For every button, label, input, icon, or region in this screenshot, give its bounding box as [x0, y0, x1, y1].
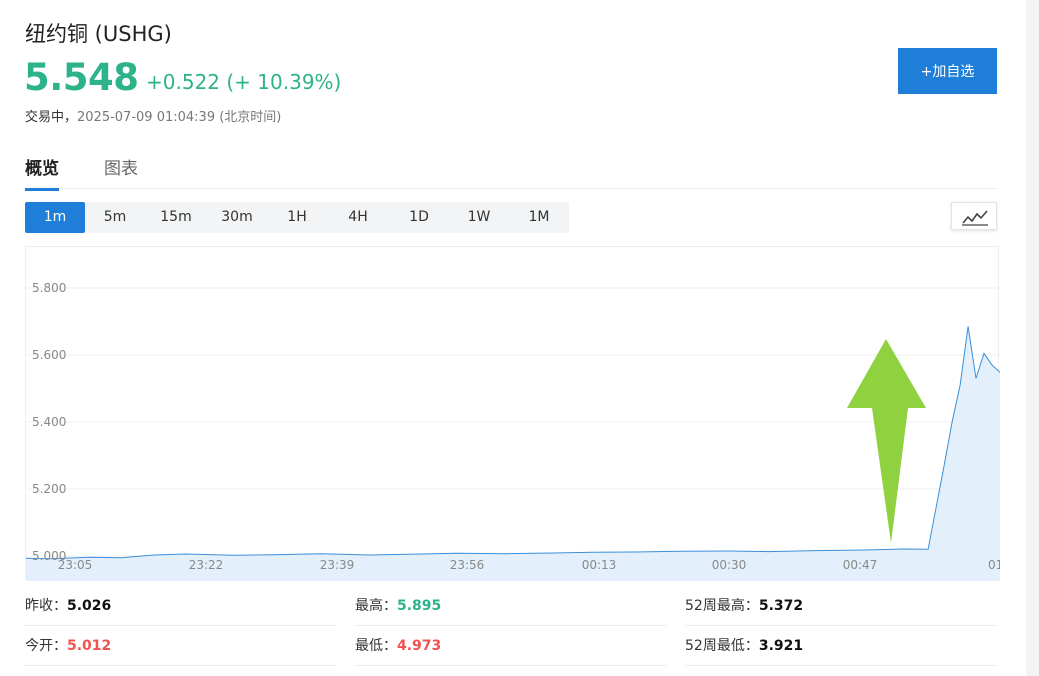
instrument-title: 纽约铜 (USHG)	[25, 22, 172, 46]
x-tick-label: 23:22	[189, 558, 224, 572]
interval-1m-month[interactable]: 1M	[509, 202, 569, 233]
price-change: +0.522 (+ 10.39%)	[146, 70, 342, 94]
status-label: 交易中，	[25, 110, 78, 125]
x-tick-label: 00:30	[712, 558, 747, 572]
interval-1w[interactable]: 1W	[449, 202, 509, 233]
x-tick-label: 00:47	[843, 558, 878, 572]
tab-overview[interactable]: 概览	[25, 154, 59, 191]
interval-1m[interactable]: 1m	[25, 202, 85, 233]
interval-selector: 1m 5m 15m 30m 1H 4H 1D 1W 1M	[25, 202, 569, 233]
stat-value: 3.921	[758, 638, 804, 654]
x-tick-label: 00:13	[582, 558, 617, 572]
tab-bar: 概览 图表	[25, 150, 997, 191]
price-line	[26, 326, 1000, 560]
trading-status: 交易中，2025-07-09 01:04:39 (北京时间)	[25, 106, 281, 125]
x-tick-label: 23:39	[320, 558, 355, 572]
stat-value: 5.026	[67, 598, 112, 614]
interval-30m[interactable]: 30m	[207, 202, 267, 233]
stat-prev-close: 昨收：5.026	[25, 586, 337, 626]
add-to-watchlist-button[interactable]: +加自选	[898, 48, 997, 94]
interval-1d[interactable]: 1D	[389, 202, 449, 233]
stat-label: 52周最高：	[685, 598, 759, 614]
price-chart[interactable]: 5.000 5.200 5.400 5.600 5.800 23:05 23:22 23:39…	[25, 246, 1000, 581]
stat-low: 最低：4.973	[355, 626, 667, 666]
price-area	[26, 326, 1000, 581]
interval-15m[interactable]: 15m	[145, 202, 207, 233]
interval-5m[interactable]: 5m	[85, 202, 145, 233]
stat-high: 最高：5.895	[355, 586, 667, 626]
price-chart-svg: 5.0005.2005.4005.6005.80023:05 23:22 23:39…	[26, 281, 1000, 581]
green-up-arrow-icon	[847, 339, 926, 543]
last-price: 5.548	[24, 56, 139, 99]
chart-type-button[interactable]	[951, 202, 997, 230]
y-tick-label: 5.400	[32, 415, 66, 429]
stat-label: 52周最低：	[685, 638, 759, 654]
line-chart-icon	[962, 210, 988, 226]
stat-open: 今开：5.012	[25, 626, 337, 666]
stat-value: 5.895	[397, 598, 442, 614]
interval-1h[interactable]: 1H	[267, 202, 327, 233]
stat-value: 5.372	[758, 598, 804, 614]
y-tick-label: 5.800	[32, 281, 66, 295]
stat-label: 最低：	[355, 638, 397, 654]
stat-label: 最高：	[355, 598, 397, 614]
y-tick-label: 5.200	[32, 482, 66, 496]
y-tick-label: 5.600	[32, 348, 66, 362]
stat-52w-high: 52周最高：5.372	[685, 586, 997, 626]
interval-4h[interactable]: 4H	[327, 202, 389, 233]
page-scrollbar[interactable]	[1026, 0, 1039, 676]
stat-value: 4.973	[397, 638, 442, 654]
status-timestamp: 2025-07-09 01:04:39 (北京时间)	[77, 110, 282, 125]
stat-52w-low: 52周最低：3.921	[685, 626, 997, 666]
stat-value: 5.012	[67, 638, 112, 654]
x-tick-label: 23:56	[450, 558, 485, 572]
stats-grid: 昨收：5.026 最高：5.895 52周最高：5.372 今开：5.012 最…	[25, 586, 997, 671]
stat-label: 昨收：	[25, 598, 67, 614]
x-tick-label: 01:0	[988, 558, 1000, 572]
stat-label: 今开：	[25, 638, 67, 654]
tab-chart[interactable]: 图表	[104, 154, 138, 179]
x-tick-label: 23:05	[58, 558, 93, 572]
